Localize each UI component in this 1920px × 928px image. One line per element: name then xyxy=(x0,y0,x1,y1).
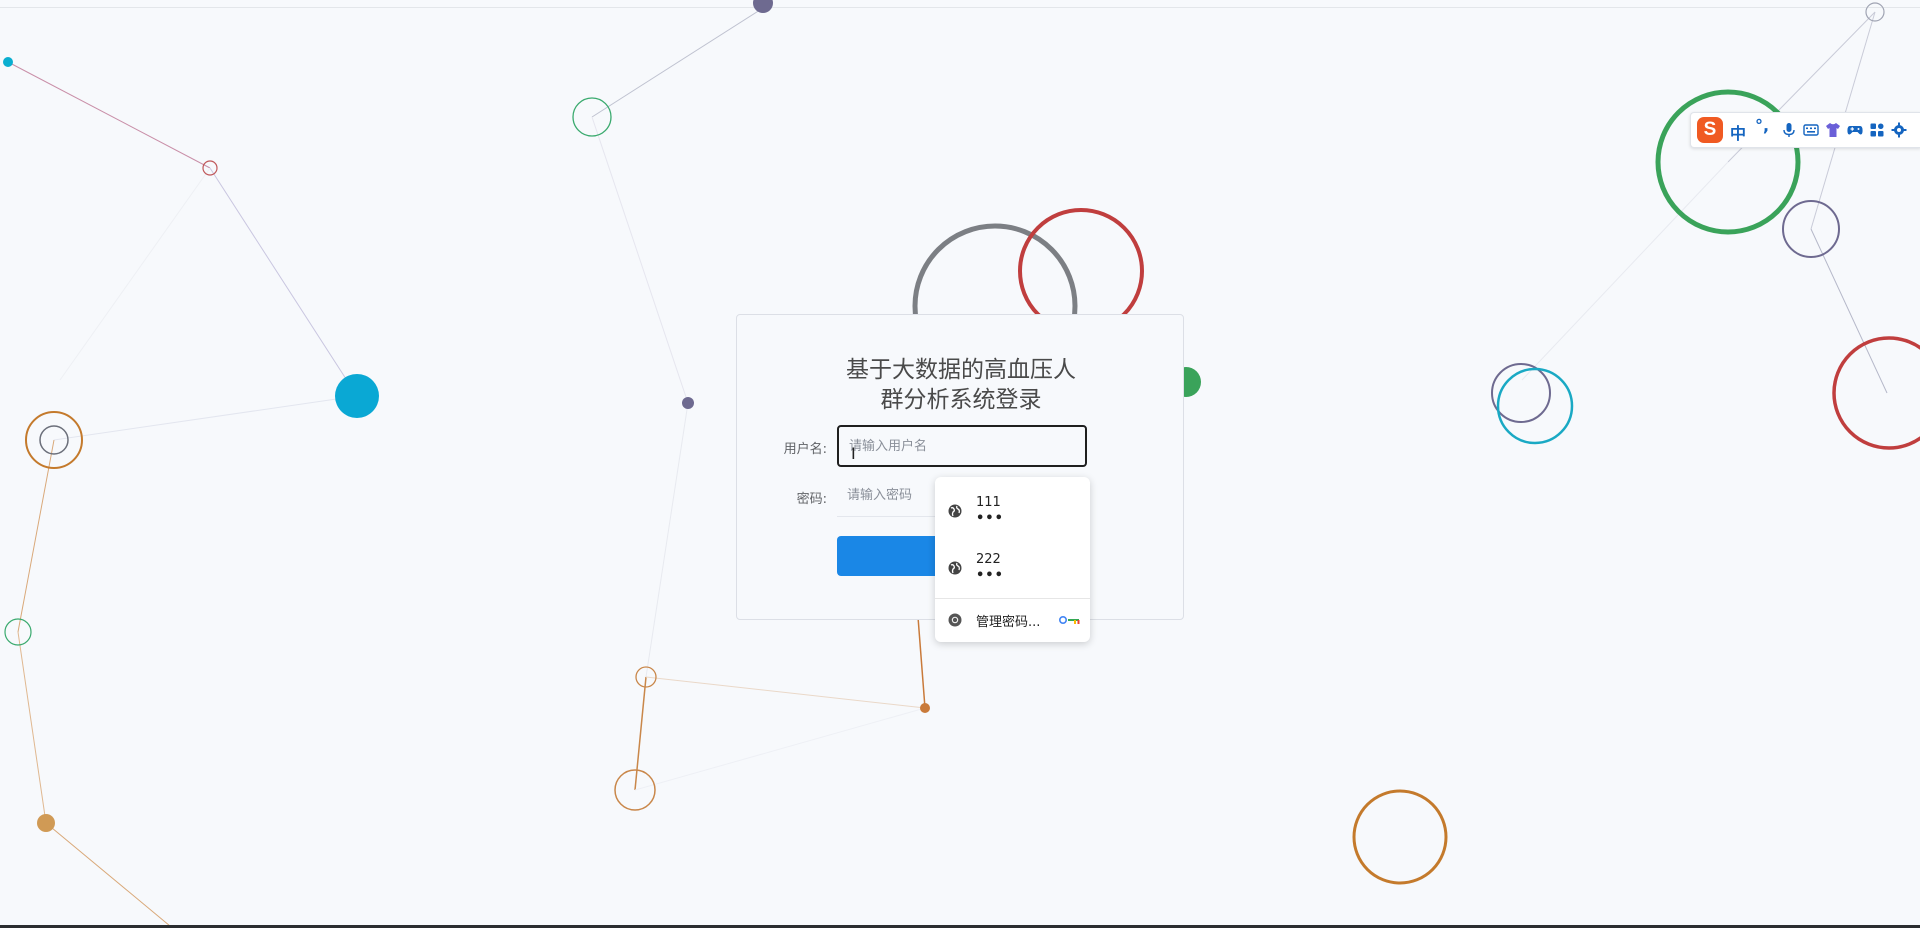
microphone-icon[interactable] xyxy=(1781,122,1797,138)
settings-icon[interactable] xyxy=(1891,122,1907,138)
particle-node xyxy=(682,397,694,409)
skin-shirt-icon[interactable] xyxy=(1825,122,1841,138)
particle-node xyxy=(335,374,379,418)
dropdown-divider xyxy=(935,598,1090,599)
autofill-password-mask: ••• xyxy=(976,568,1004,583)
autofill-entry[interactable]: 222 ••• xyxy=(935,540,1090,596)
autofill-username: 111 xyxy=(976,495,1001,510)
particle-node xyxy=(753,0,773,13)
title-line-2: 群分析系统登录 xyxy=(880,387,1042,413)
text-cursor-icon: I xyxy=(851,444,856,463)
username-label: 用户名: xyxy=(783,442,827,457)
google-password-manager-icon xyxy=(1059,616,1080,624)
title-line-1: 基于大数据的高血压人 xyxy=(846,357,1076,383)
password-autofill-dropdown: 111 ••• 222 ••• 管理密码... xyxy=(935,477,1090,642)
toolbox-grid-icon[interactable] xyxy=(1869,122,1885,138)
password-label: 密码: xyxy=(796,492,827,507)
manage-passwords-item[interactable]: 管理密码... xyxy=(935,602,1090,638)
ime-punctuation-toggle[interactable]: °, xyxy=(1755,116,1769,135)
page-title: 基于大数据的高血压人 群分析系统登录 xyxy=(737,355,1185,415)
manage-passwords-label: 管理密码... xyxy=(976,615,1041,630)
particle-node xyxy=(920,703,930,713)
particle-node xyxy=(37,814,55,832)
keyboard-icon[interactable] xyxy=(1803,122,1819,138)
chrome-icon xyxy=(948,613,962,627)
username-input[interactable] xyxy=(837,425,1087,467)
globe-icon xyxy=(948,561,962,575)
gamepad-icon[interactable] xyxy=(1847,122,1863,138)
particle-node xyxy=(1352,789,1448,885)
ime-language-toggle[interactable]: 中 xyxy=(1730,120,1746,144)
autofill-password-mask: ••• xyxy=(976,511,1004,526)
autofill-entry[interactable]: 111 ••• xyxy=(935,483,1090,539)
particle-node xyxy=(1496,367,1574,445)
particle-node xyxy=(1832,336,1920,450)
ime-toolbar: S 中 °, xyxy=(1690,112,1920,148)
ime-logo-icon[interactable]: S xyxy=(1697,117,1723,143)
particle-node xyxy=(3,57,13,67)
globe-icon xyxy=(948,504,962,518)
page-stage: 基于大数据的高血压人 群分析系统登录 用户名: I 密码: 111 ••• xyxy=(0,0,1920,928)
autofill-username: 222 xyxy=(976,552,1001,567)
